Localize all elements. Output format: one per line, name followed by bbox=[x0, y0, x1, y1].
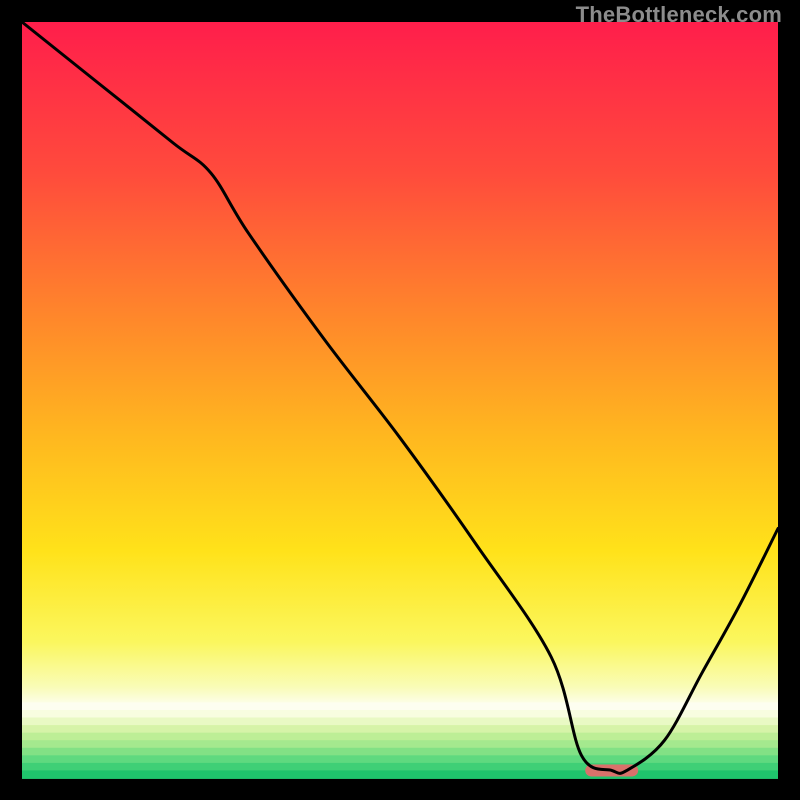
chart-svg bbox=[0, 0, 800, 800]
gradient-background bbox=[22, 22, 778, 778]
watermark-text: TheBottleneck.com bbox=[576, 2, 782, 28]
chart-frame: TheBottleneck.com bbox=[0, 0, 800, 800]
